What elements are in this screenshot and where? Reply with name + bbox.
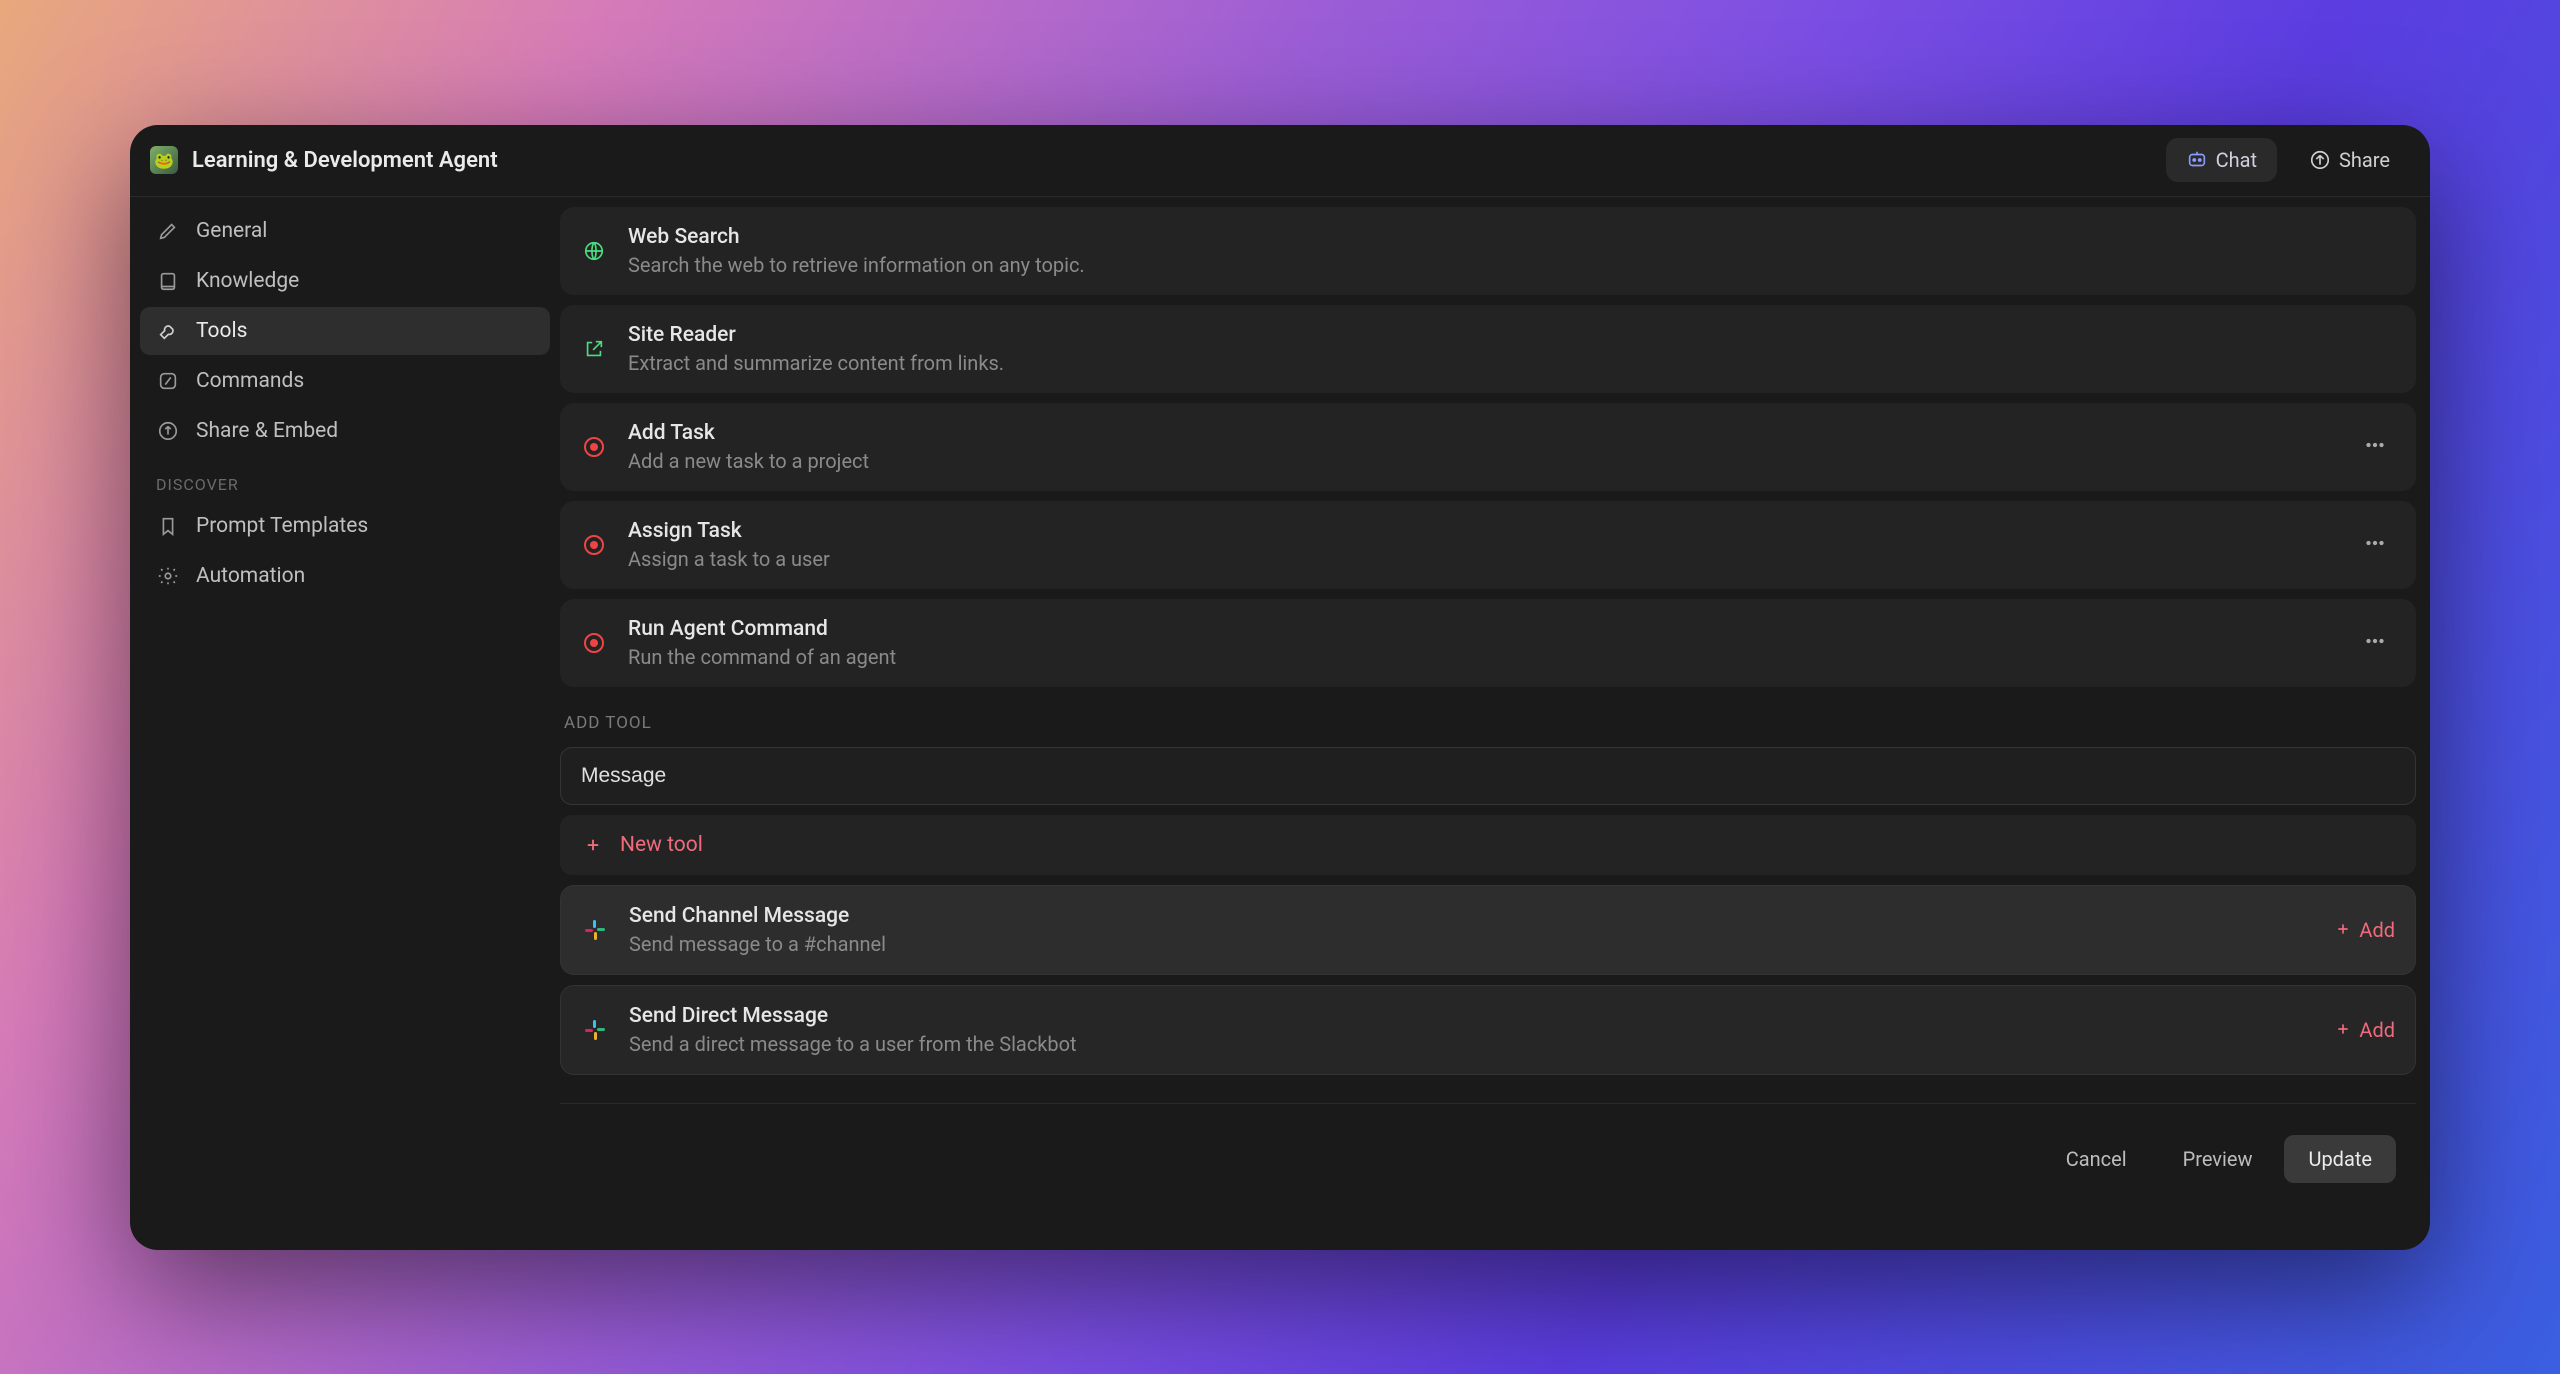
record-icon <box>580 629 608 657</box>
share-button-label: Share <box>2339 148 2390 172</box>
tool-title: Send Direct Message <box>629 1004 2315 1028</box>
new-tool-label: New tool <box>620 833 703 857</box>
gear-sync-icon <box>156 565 180 587</box>
sidebar-item-label: Automation <box>196 564 305 588</box>
sidebar-item-label: Share & Embed <box>196 419 338 443</box>
tool-card-assign-task[interactable]: Assign Task Assign a task to a user <box>560 501 2416 589</box>
bookmark-icon <box>156 515 180 537</box>
sidebar-item-label: General <box>196 219 267 243</box>
tool-desc: Assign a task to a user <box>628 547 2334 571</box>
wrench-icon <box>156 320 180 342</box>
app-window: 🐸 Learning & Development Agent Chat Shar… <box>130 125 2430 1250</box>
plus-icon <box>2335 1018 2351 1042</box>
sidebar-item-general[interactable]: General <box>140 207 550 255</box>
sidebar-item-share[interactable]: Share & Embed <box>140 407 550 455</box>
agent-avatar: 🐸 <box>150 146 178 174</box>
sidebar-item-label: Knowledge <box>196 269 299 293</box>
tool-desc: Send message to a #channel <box>629 932 2315 956</box>
sidebar-item-label: Prompt Templates <box>196 514 368 538</box>
sidebar-item-commands[interactable]: Commands <box>140 357 550 405</box>
pencil-icon <box>156 220 180 242</box>
share-icon <box>156 420 180 442</box>
tool-card-run-agent[interactable]: Run Agent Command Run the command of an … <box>560 599 2416 687</box>
add-tool-section-label: ADD TOOL <box>560 697 2416 737</box>
tool-add-label: Add <box>2359 1018 2395 1042</box>
footer: Cancel Preview Update <box>560 1114 2416 1204</box>
slash-icon <box>156 370 180 392</box>
tool-desc: Run the command of an agent <box>628 645 2334 669</box>
tool-title: Assign Task <box>628 519 2334 543</box>
tool-desc: Send a direct message to a user from the… <box>629 1032 2315 1056</box>
tool-title: Add Task <box>628 421 2334 445</box>
tool-title: Send Channel Message <box>629 904 2315 928</box>
tool-card-add-task[interactable]: Add Task Add a new task to a project <box>560 403 2416 491</box>
sidebar-item-knowledge[interactable]: Knowledge <box>140 257 550 305</box>
new-tool-button[interactable]: New tool <box>560 815 2416 875</box>
tool-title: Web Search <box>628 225 2396 249</box>
agent-title: Learning & Development Agent <box>192 148 498 173</box>
preview-button[interactable]: Preview <box>2159 1135 2277 1183</box>
chat-button-label: Chat <box>2216 148 2257 172</box>
slack-icon <box>581 916 609 944</box>
chat-button[interactable]: Chat <box>2166 138 2277 182</box>
main-panel: Web Search Search the web to retrieve in… <box>560 197 2430 1250</box>
tool-add-button[interactable]: Add <box>2335 1018 2395 1042</box>
slack-icon <box>581 1016 609 1044</box>
sidebar-item-label: Commands <box>196 369 304 393</box>
tool-more-button[interactable] <box>2354 624 2396 662</box>
share-icon <box>2309 149 2331 171</box>
external-link-icon <box>580 335 608 363</box>
tool-card-web-search[interactable]: Web Search Search the web to retrieve in… <box>560 207 2416 295</box>
sidebar-section-discover: DISCOVER <box>140 457 550 500</box>
share-button[interactable]: Share <box>2289 138 2410 182</box>
plus-icon <box>584 836 602 854</box>
tool-desc: Search the web to retrieve information o… <box>628 253 2396 277</box>
tool-result-send-channel[interactable]: Send Channel Message Send message to a #… <box>560 885 2416 975</box>
cancel-button[interactable]: Cancel <box>2042 1135 2151 1183</box>
sidebar-item-label: Tools <box>196 319 247 343</box>
plus-icon <box>2335 918 2351 942</box>
tool-title: Site Reader <box>628 323 2396 347</box>
book-icon <box>156 270 180 292</box>
tool-title: Run Agent Command <box>628 617 2334 641</box>
tool-card-site-reader[interactable]: Site Reader Extract and summarize conten… <box>560 305 2416 393</box>
update-button[interactable]: Update <box>2284 1135 2396 1183</box>
tool-desc: Extract and summarize content from links… <box>628 351 2396 375</box>
record-icon <box>580 531 608 559</box>
sidebar-item-automation[interactable]: Automation <box>140 552 550 600</box>
tool-result-send-dm[interactable]: Send Direct Message Send a direct messag… <box>560 985 2416 1075</box>
tool-more-button[interactable] <box>2354 428 2396 466</box>
divider <box>560 1103 2416 1104</box>
sidebar-item-prompts[interactable]: Prompt Templates <box>140 502 550 550</box>
record-icon <box>580 433 608 461</box>
titlebar: 🐸 Learning & Development Agent Chat Shar… <box>130 125 2430 197</box>
chat-icon <box>2186 149 2208 171</box>
sidebar: General Knowledge Tools Commands Share &… <box>130 197 560 1250</box>
globe-icon <box>580 237 608 265</box>
tool-search-input[interactable] <box>560 747 2416 805</box>
tool-more-button[interactable] <box>2354 526 2396 564</box>
tool-add-button[interactable]: Add <box>2335 918 2395 942</box>
tool-desc: Add a new task to a project <box>628 449 2334 473</box>
tool-add-label: Add <box>2359 918 2395 942</box>
sidebar-item-tools[interactable]: Tools <box>140 307 550 355</box>
